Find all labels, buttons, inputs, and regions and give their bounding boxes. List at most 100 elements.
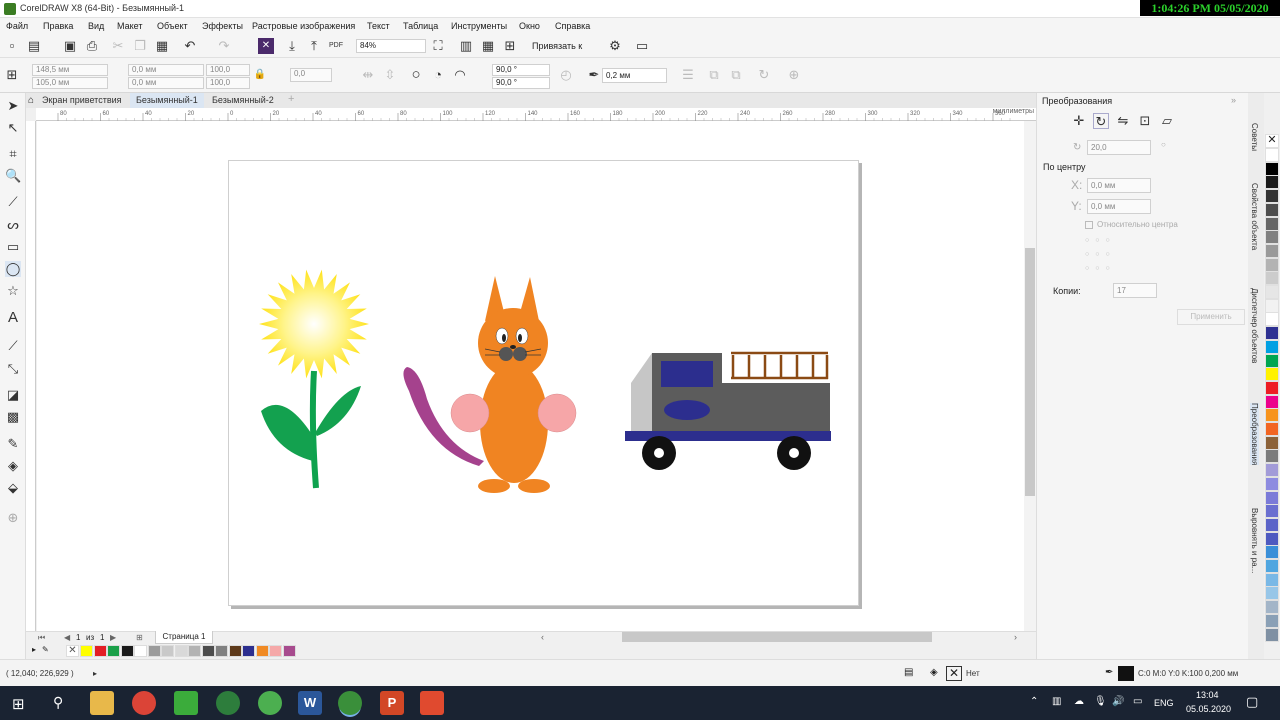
menu-text[interactable]: Текст: [367, 21, 390, 31]
transparency-tool-icon[interactable]: ▩: [5, 409, 21, 425]
rectangle-tool-icon[interactable]: ▭: [5, 239, 21, 255]
palette-color-swatch[interactable]: [1265, 559, 1279, 573]
mirror-transform-icon[interactable]: ⇋: [1115, 113, 1131, 129]
pdf-icon[interactable]: PDF: [328, 38, 344, 54]
powerpoint-icon[interactable]: P: [380, 691, 404, 715]
convert-to-curves-icon[interactable]: ↻: [756, 67, 772, 83]
ellipse-mode-icon[interactable]: ○: [408, 67, 424, 83]
docker-tab-object-manager[interactable]: Диспетчер объектов: [1250, 288, 1259, 363]
document-color-swatch[interactable]: [107, 645, 120, 657]
start-angle-field[interactable]: 90,0 °: [492, 64, 550, 76]
snap-to-dropdown[interactable]: Привязать к: [532, 41, 582, 51]
palette-color-swatch[interactable]: [1265, 613, 1279, 628]
open-icon[interactable]: ▤: [26, 38, 42, 54]
menu-tools[interactable]: Инструменты: [451, 21, 507, 31]
palette-color-swatch[interactable]: [1265, 216, 1279, 231]
palette-color-swatch[interactable]: [1265, 202, 1279, 217]
palette-color-swatch[interactable]: [1265, 627, 1279, 642]
anchor-grid[interactable]: ○○○ ○○○ ○○○: [1085, 234, 1125, 272]
no-color-swatch[interactable]: ✕: [66, 645, 79, 657]
docker-tab-transformations[interactable]: Преобразования: [1250, 403, 1259, 466]
application-launcher-icon[interactable]: ▭: [634, 38, 650, 54]
palette-color-swatch[interactable]: [1265, 408, 1279, 423]
add-page-icon[interactable]: ⊞: [136, 633, 143, 642]
menu-object[interactable]: Объект: [157, 21, 188, 31]
menu-effects[interactable]: Эффекты: [202, 21, 243, 31]
shape-tool-icon[interactable]: ↖: [5, 120, 21, 136]
palette-color-swatch[interactable]: [1265, 148, 1279, 162]
relative-center-checkbox[interactable]: [1085, 221, 1093, 229]
end-angle-field[interactable]: 90,0 °: [492, 77, 550, 89]
document-color-swatch[interactable]: [215, 645, 228, 657]
crop-tool-icon[interactable]: ⌗: [5, 146, 21, 162]
mirror-vertical-icon[interactable]: ⇳: [382, 67, 398, 83]
save-icon[interactable]: ▣: [62, 38, 78, 54]
camtasia-icon[interactable]: [174, 691, 198, 715]
add-preset-icon[interactable]: ⊕: [786, 67, 802, 83]
document-color-swatch[interactable]: [120, 645, 134, 657]
horizontal-scroll-thumb[interactable]: [622, 632, 932, 642]
palette-color-swatch[interactable]: [1265, 490, 1279, 505]
home-icon[interactable]: ⌂: [28, 95, 34, 106]
tab-welcome-screen[interactable]: Экран приветствия: [36, 93, 128, 108]
document-color-swatch[interactable]: [242, 645, 255, 657]
tray-volume-icon[interactable]: 🔊: [1112, 696, 1124, 707]
prev-page-icon[interactable]: ◀: [64, 633, 70, 642]
width-field[interactable]: 0,0 мм: [128, 64, 204, 76]
word-icon[interactable]: W: [298, 691, 322, 715]
palette-color-swatch[interactable]: [1265, 175, 1279, 190]
lock-ratio-icon[interactable]: 🔒: [252, 67, 268, 83]
document-color-swatch[interactable]: [147, 645, 161, 657]
scroll-right-icon[interactable]: ›: [1014, 632, 1017, 642]
arc-mode-icon[interactable]: ◠: [452, 67, 468, 83]
document-color-swatch[interactable]: [80, 645, 93, 657]
document-color-swatch[interactable]: [201, 645, 215, 657]
palette-color-swatch[interactable]: [1265, 243, 1279, 258]
interactive-fill-icon[interactable]: ◈: [5, 458, 21, 474]
palette-color-swatch[interactable]: [1265, 545, 1279, 560]
guidelines-icon[interactable]: ⊞: [502, 38, 518, 54]
eyedropper-tool-icon[interactable]: ✎: [5, 436, 21, 452]
export-icon[interactable]: ⤒: [306, 38, 322, 54]
palette-color-swatch[interactable]: [1265, 285, 1279, 299]
document-color-swatch[interactable]: [188, 645, 201, 657]
palette-color-swatch[interactable]: [1265, 476, 1279, 491]
horizontal-ruler[interactable]: 80 60 40 20 0 20 40 60 80 100 120 140 160 180 200 220 24…: [36, 108, 1036, 121]
docker-y-field[interactable]: 0,0 мм: [1087, 199, 1151, 214]
scale-x-field[interactable]: 100,0: [206, 64, 250, 76]
menu-view[interactable]: Вид: [88, 21, 104, 31]
menu-layout[interactable]: Макет: [117, 21, 142, 31]
palette-color-swatch[interactable]: [1265, 394, 1279, 409]
tray-network-icon[interactable]: ▥: [1052, 696, 1061, 707]
chrome-profile-icon[interactable]: [216, 691, 240, 715]
notification-icon[interactable]: ▢: [1246, 694, 1258, 710]
document-color-swatch[interactable]: [161, 645, 174, 657]
connector-tool-icon[interactable]: ⤡: [5, 361, 21, 377]
add-tool-icon[interactable]: ⊕: [5, 510, 21, 526]
vertical-scroll-thumb[interactable]: [1025, 248, 1035, 496]
docker-tab-object-properties[interactable]: Свойства объекта: [1250, 183, 1259, 250]
tray-chevron-icon[interactable]: ⌃: [1030, 696, 1038, 707]
redo-icon[interactable]: ↷: [216, 38, 232, 54]
tray-time[interactable]: 13:04: [1196, 690, 1219, 700]
palette-color-swatch[interactable]: [1265, 600, 1279, 615]
palette-color-swatch[interactable]: [1265, 230, 1279, 245]
palette-color-swatch[interactable]: [1265, 257, 1279, 272]
document-color-swatch[interactable]: [134, 645, 147, 657]
red-app-icon[interactable]: [420, 691, 444, 715]
polygon-tool-icon[interactable]: ☆: [5, 283, 21, 299]
object-origin-icon[interactable]: ⊞: [4, 67, 20, 83]
position-transform-icon[interactable]: ✛: [1071, 113, 1087, 129]
palette-color-swatch[interactable]: [1265, 449, 1279, 464]
palette-color-swatch[interactable]: [1265, 422, 1279, 436]
no-fill-swatch[interactable]: ✕: [946, 666, 962, 681]
tray-battery-icon[interactable]: ▭: [1133, 696, 1142, 707]
new-document-icon[interactable]: ▫: [4, 38, 20, 54]
blend-tool-icon[interactable]: ◪: [5, 387, 21, 403]
undo-icon[interactable]: ↶: [182, 38, 198, 54]
artistic-media-icon[interactable]: ᔕ: [5, 217, 21, 233]
docker-collapse-icon[interactable]: »: [1231, 95, 1236, 105]
no-color-swatch[interactable]: ✕: [1265, 134, 1279, 148]
palette-color-swatch[interactable]: [1265, 463, 1279, 478]
zoom-tool-icon[interactable]: 🔍: [5, 168, 21, 184]
